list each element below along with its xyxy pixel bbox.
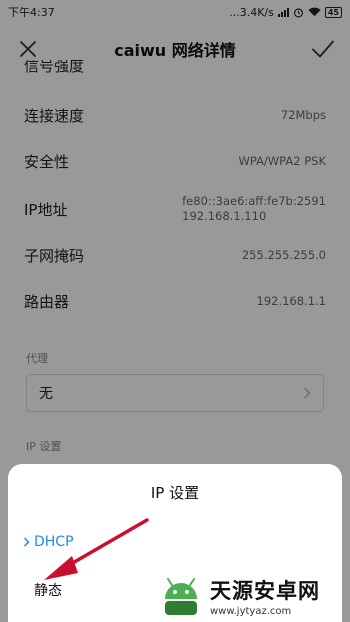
option-label: 静态 xyxy=(34,583,62,599)
watermark-text: 天源安卓网 www.jytyaz.com xyxy=(210,575,320,617)
watermark-name: 天源安卓网 xyxy=(210,579,320,603)
option-label: DHCP xyxy=(34,534,74,550)
android-logo-icon xyxy=(165,578,197,615)
option-dhcp[interactable]: DHCP xyxy=(8,524,342,560)
sheet-title: IP 设置 xyxy=(150,484,200,502)
chevron-right-icon xyxy=(23,537,30,547)
watermark-url: www.jytyaz.com xyxy=(210,606,292,617)
watermark: 天源安卓网 www.jytyaz.com xyxy=(158,570,350,622)
